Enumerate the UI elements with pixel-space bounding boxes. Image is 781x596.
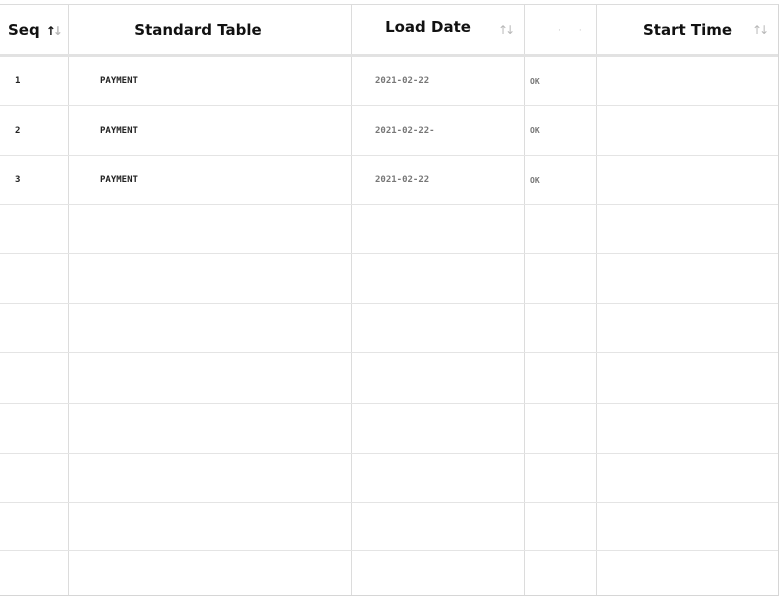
header-standard-table-label: Standard Table [134,20,262,39]
cell-status: OK [530,76,540,86]
cell-load-date: 2021-02-22- [375,125,435,136]
header-start-time[interactable]: Start Time [597,5,778,54]
empty-row [0,454,778,503]
empty-row [0,254,778,304]
data-grid: Seq ↑↓ Standard Table Load Date ↑↓ ·· St… [0,4,779,596]
cell-seq: 2 [15,125,21,136]
empty-row [0,205,778,254]
empty-row [0,503,778,551]
header-seq-label: Seq [8,20,40,39]
header-standard-table[interactable]: Standard Table [69,5,327,54]
empty-row [0,304,778,353]
header-load-date[interactable]: Load Date [352,2,504,51]
table-row[interactable]: 2 PAYMENT 2021-02-22- OK [0,106,778,156]
sort-arrows-icon[interactable]: ↑↓ [498,23,515,37]
table-row[interactable]: 1 PAYMENT 2021-02-22 OK [0,57,778,106]
header-seq[interactable]: Seq ↑↓ [8,5,63,54]
cell-load-date: 2021-02-22 [375,175,430,185]
header-load-date-label: Load Date [385,17,471,36]
resize-handle-dots-icon[interactable]: ·· [558,26,600,36]
sort-arrows-icon[interactable]: ↑↓ [46,24,63,38]
sort-arrows-icon[interactable]: ↑↓ [752,23,769,37]
empty-row [0,353,778,404]
cell-load-date: 2021-02-22 [375,76,430,86]
header-row: Seq ↑↓ Standard Table Load Date ↑↓ ·· St… [0,5,778,57]
empty-row [0,404,778,454]
header-start-time-label: Start Time [642,20,733,39]
cell-status: OK [530,175,540,185]
cell-seq: 1 [15,76,21,86]
table-row[interactable]: 3 PAYMENT 2021-02-22 OK [0,156,778,205]
cell-standard-table: PAYMENT [100,76,138,86]
cell-status: OK [530,126,540,135]
cell-standard-table: PAYMENT [100,175,138,185]
cell-standard-table: PAYMENT [100,125,138,136]
cell-seq: 3 [15,175,21,185]
